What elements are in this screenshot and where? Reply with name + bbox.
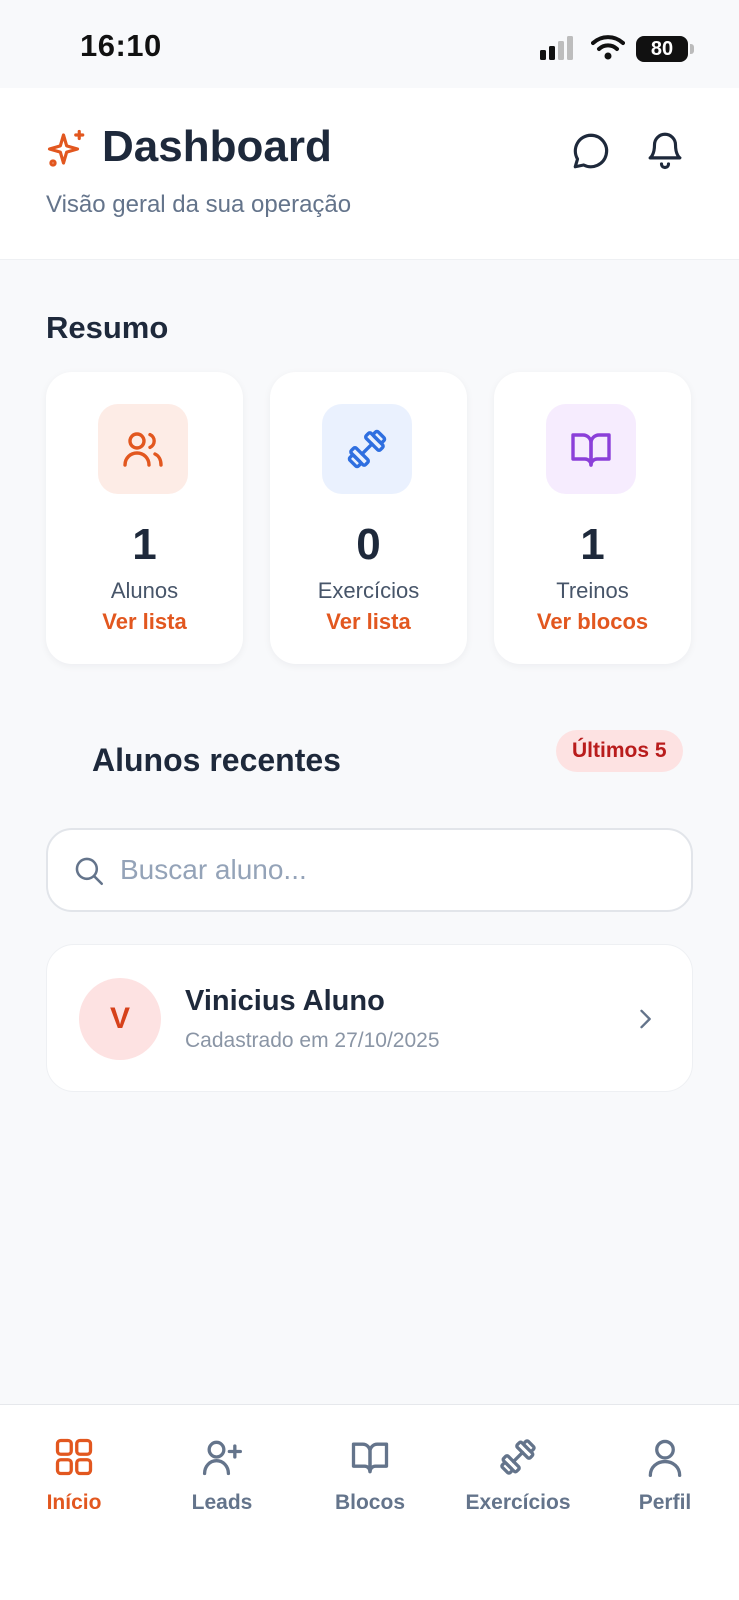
nav-label: Leads [191,1491,253,1514]
stat-label: Exercícios [317,578,420,603]
header: Dashboard Visão geral da sua operação [0,88,739,260]
stat-card-alunos[interactable]: 1 Alunos Ver lista [46,372,243,664]
sparkles-icon [46,128,88,170]
chat-icon[interactable] [570,130,612,172]
search-box[interactable] [46,828,693,912]
users-icon [98,404,188,494]
stat-value: 0 [356,520,381,569]
bell-icon[interactable] [644,128,686,172]
nav-label: Exercícios [465,1491,571,1514]
book-icon [348,1435,392,1479]
bottom-navigation: Início Leads Blocos Exercícios Perfil [0,1404,739,1600]
search-icon [72,854,106,888]
stat-value: 1 [132,520,157,569]
nav-item-exercicios[interactable]: Exercícios [444,1435,592,1515]
ver-lista-alunos-link[interactable]: Ver lista [46,609,243,635]
ver-blocos-link[interactable]: Ver blocos [494,609,691,635]
nav-item-perfil[interactable]: Perfil [591,1435,739,1515]
user-plus-icon [200,1435,244,1479]
wifi-icon [591,34,625,60]
student-list-item[interactable]: V Vinicius Aluno Cadastrado em 27/10/202… [46,944,693,1092]
nav-label: Início [46,1491,102,1514]
avatar: V [79,978,161,1060]
dumbbell-icon [496,1435,540,1479]
battery-indicator: 80 [636,36,688,62]
recent-students-title: Alunos recentes [92,742,341,778]
nav-item-inicio[interactable]: Início [0,1435,148,1515]
dumbbell-icon [322,404,412,494]
page-title: Dashboard [102,122,332,171]
status-bar: 16:10 80 [0,0,739,88]
nav-item-blocos[interactable]: Blocos [296,1435,444,1515]
search-input[interactable] [120,846,670,894]
student-name: Vinicius Aluno [185,985,385,1017]
stat-card-exercicios[interactable]: 0 Exercícios Ver lista [270,372,467,664]
nav-label: Blocos [334,1491,405,1514]
stat-card-treinos[interactable]: 1 Treinos Ver blocos [494,372,691,664]
ver-lista-exercicios-link[interactable]: Ver lista [270,609,467,635]
grid-icon [52,1435,96,1479]
book-icon [546,404,636,494]
summary-title: Resumo [46,310,169,345]
user-icon [643,1435,687,1479]
battery-tip [690,44,694,54]
nav-label: Perfil [638,1491,692,1514]
student-registered-date: Cadastrado em 27/10/2025 [185,1029,440,1052]
nav-item-leads[interactable]: Leads [148,1435,296,1515]
recent-count-badge: Últimos 5 [556,730,683,772]
status-time: 16:10 [80,28,162,63]
signal-icon [540,36,578,60]
stat-label: Treinos [556,578,629,603]
stat-value: 1 [580,520,605,569]
page-subtitle: Visão geral da sua operação [46,191,352,218]
stat-label: Alunos [110,578,179,603]
chevron-right-icon [631,1005,659,1033]
